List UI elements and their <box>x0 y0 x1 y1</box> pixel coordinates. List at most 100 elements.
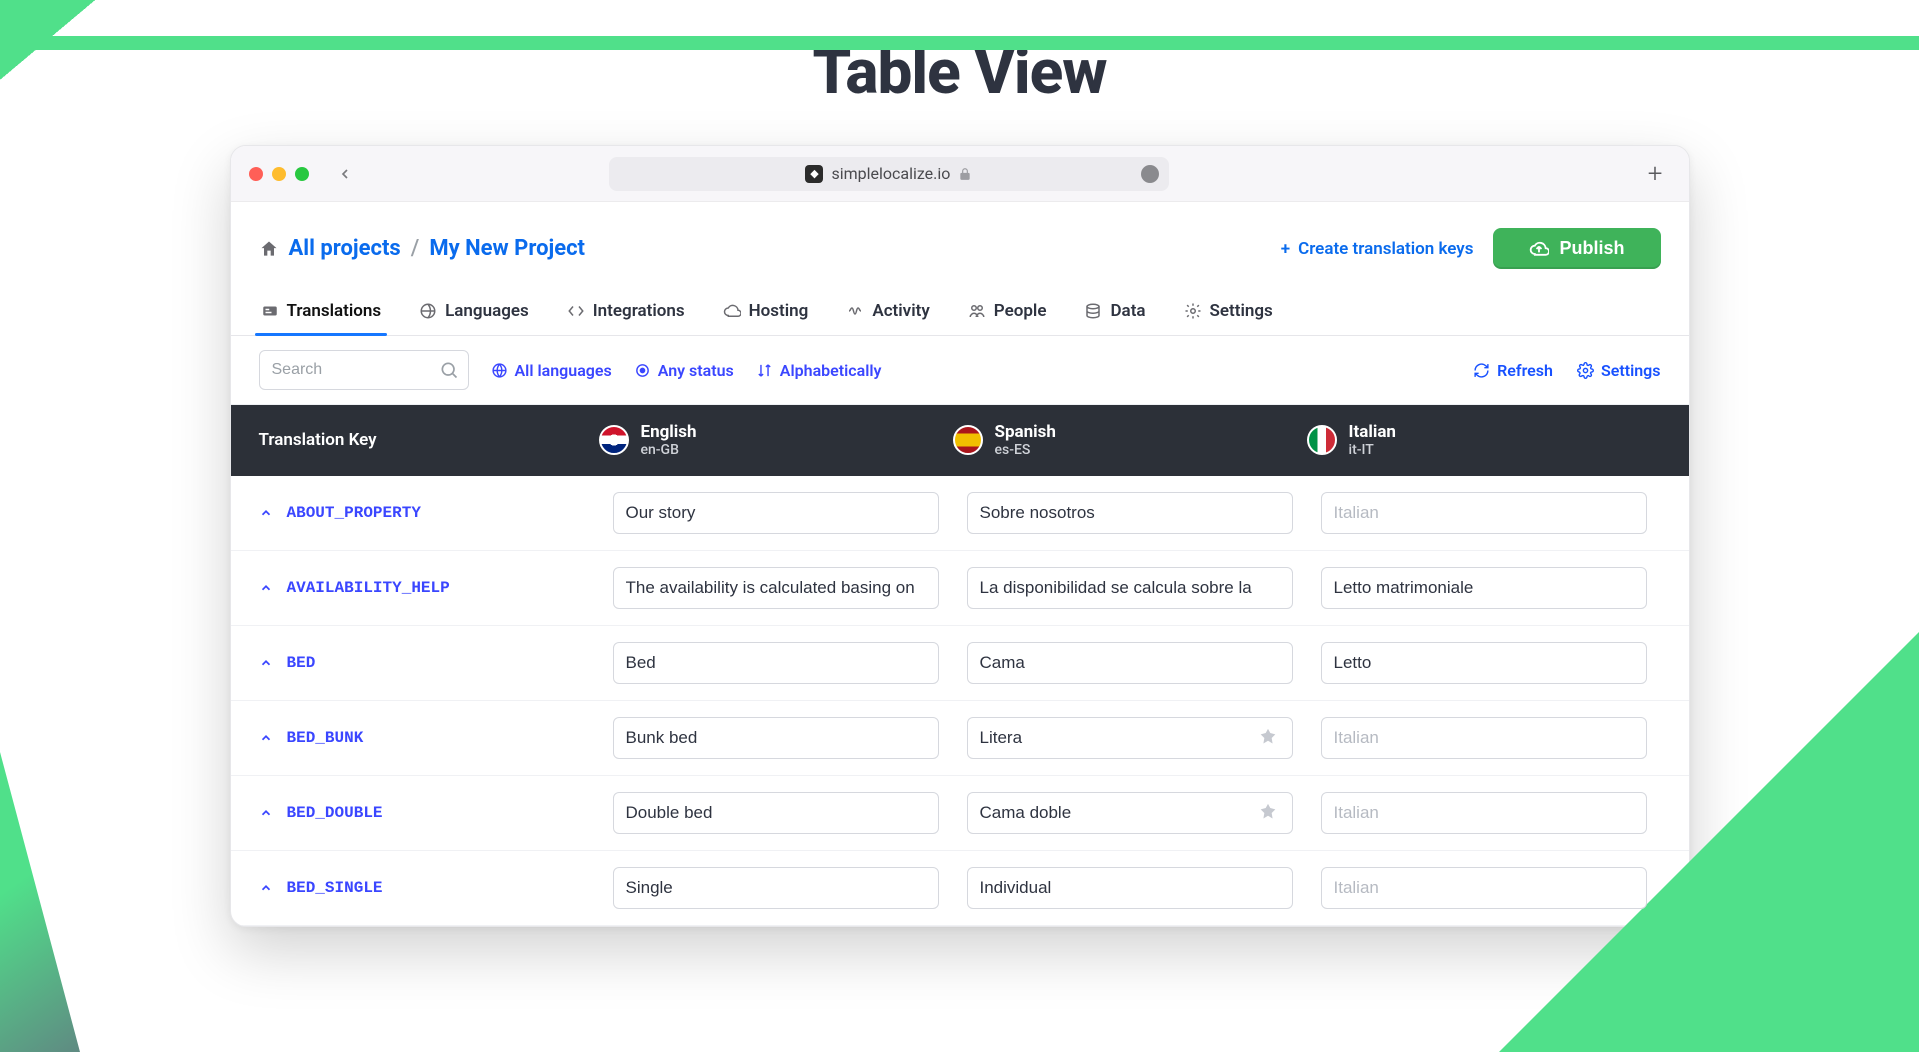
lang-code: it-IT <box>1349 442 1396 458</box>
tab-icon <box>1084 302 1102 320</box>
sort-control[interactable]: Alphabetically <box>756 361 882 380</box>
expand-row-icon[interactable] <box>259 806 273 820</box>
translation-key[interactable]: AVAILABILITY_HELP <box>287 579 450 597</box>
refresh-button[interactable]: Refresh <box>1473 361 1553 380</box>
table-row: BED <box>231 626 1689 701</box>
tab-icon <box>1184 302 1202 320</box>
expand-row-icon[interactable] <box>259 881 273 895</box>
tab-hosting[interactable]: Hosting <box>721 293 811 335</box>
address-bar[interactable]: ◆ simplelocalize.io <box>609 157 1169 191</box>
translation-input-es[interactable] <box>967 717 1293 759</box>
translation-input-es[interactable] <box>967 642 1293 684</box>
translation-input-it[interactable] <box>1321 792 1647 834</box>
translation-input-en[interactable] <box>613 567 939 609</box>
tab-icon <box>968 302 986 320</box>
tab-label: Translations <box>287 301 382 321</box>
search-input[interactable] <box>259 350 469 390</box>
th-lang-italian[interactable]: Italian it-IT <box>1307 423 1661 458</box>
table-body: ABOUT_PROPERTY AVAILABILITY_HELP BED BED_BU… <box>231 476 1689 926</box>
maximize-window-button[interactable] <box>295 167 309 181</box>
lang-name: Italian <box>1349 423 1396 442</box>
flag-uk-icon <box>599 425 629 455</box>
translation-input-it[interactable] <box>1321 867 1647 909</box>
filter-languages-label: All languages <box>515 361 612 380</box>
translation-input-it[interactable] <box>1321 492 1647 534</box>
publish-button[interactable]: Publish <box>1493 228 1660 269</box>
translation-input-en[interactable] <box>613 867 939 909</box>
translation-key[interactable]: BED <box>287 654 316 672</box>
refresh-icon <box>1473 362 1490 379</box>
flag-es-icon <box>953 425 983 455</box>
translation-input-es[interactable] <box>967 492 1293 534</box>
translation-input-en[interactable] <box>613 792 939 834</box>
plus-icon: + <box>1281 239 1290 259</box>
breadcrumb-all-projects[interactable]: All projects <box>289 236 401 261</box>
translation-key[interactable]: BED_SINGLE <box>287 879 383 897</box>
tab-people[interactable]: People <box>966 293 1049 335</box>
auto-translate-icon[interactable] <box>1257 727 1279 749</box>
new-tab-button[interactable]: + <box>1640 159 1671 189</box>
tab-integrations[interactable]: Integrations <box>565 293 687 335</box>
url-text: simplelocalize.io <box>831 164 950 183</box>
table-settings-button[interactable]: Settings <box>1577 361 1661 380</box>
tab-settings[interactable]: Settings <box>1182 293 1275 335</box>
table-row: BED_BUNK <box>231 701 1689 776</box>
tab-translations[interactable]: Translations <box>259 293 384 335</box>
lang-code: en-GB <box>641 442 697 458</box>
translation-input-it[interactable] <box>1321 717 1647 759</box>
tab-label: Activity <box>872 301 929 321</box>
lang-name: Spanish <box>995 423 1056 442</box>
th-lang-spanish[interactable]: Spanish es-ES <box>953 423 1307 458</box>
lock-icon <box>958 167 972 181</box>
th-lang-english[interactable]: English en-GB <box>599 423 953 458</box>
expand-row-icon[interactable] <box>259 731 273 745</box>
browser-back-button[interactable] <box>323 166 367 182</box>
breadcrumb-project[interactable]: My New Project <box>429 236 585 261</box>
expand-row-icon[interactable] <box>259 506 273 520</box>
refresh-label: Refresh <box>1497 361 1553 380</box>
tab-label: Hosting <box>749 301 809 321</box>
sort-label: Alphabetically <box>780 361 882 380</box>
tab-activity[interactable]: Activity <box>844 293 931 335</box>
target-icon <box>634 362 651 379</box>
filter-languages[interactable]: All languages <box>491 361 612 380</box>
filter-status[interactable]: Any status <box>634 361 734 380</box>
auto-translate-icon[interactable] <box>1257 802 1279 824</box>
translation-input-es[interactable] <box>967 867 1293 909</box>
translation-input-en[interactable] <box>613 717 939 759</box>
tab-label: People <box>994 301 1047 321</box>
translation-input-es[interactable] <box>967 567 1293 609</box>
translation-input-en[interactable] <box>613 642 939 684</box>
expand-row-icon[interactable] <box>259 656 273 670</box>
tab-data[interactable]: Data <box>1082 293 1147 335</box>
publish-label: Publish <box>1559 238 1624 259</box>
translation-key[interactable]: BED_DOUBLE <box>287 804 383 822</box>
home-icon[interactable] <box>259 239 279 259</box>
flag-it-icon <box>1307 425 1337 455</box>
lang-name: English <box>641 423 697 442</box>
lang-code: es-ES <box>995 442 1056 458</box>
browser-window: ◆ simplelocalize.io + All projects / My … <box>230 145 1690 927</box>
search-icon <box>439 360 459 380</box>
globe-icon <box>491 362 508 379</box>
minimize-window-button[interactable] <box>272 167 286 181</box>
translation-key[interactable]: BED_BUNK <box>287 729 364 747</box>
translation-input-it[interactable] <box>1321 642 1647 684</box>
site-favicon-icon: ◆ <box>805 165 823 183</box>
table-row: BED_DOUBLE <box>231 776 1689 851</box>
reader-mode-icon[interactable] <box>1141 165 1159 183</box>
translation-key[interactable]: ABOUT_PROPERTY <box>287 504 421 522</box>
translation-input-en[interactable] <box>613 492 939 534</box>
translation-input-it[interactable] <box>1321 567 1647 609</box>
tab-label: Data <box>1110 301 1145 321</box>
expand-row-icon[interactable] <box>259 581 273 595</box>
close-window-button[interactable] <box>249 167 263 181</box>
tab-languages[interactable]: Languages <box>417 293 531 335</box>
tab-label: Integrations <box>593 301 685 321</box>
tab-label: Languages <box>445 301 529 321</box>
create-translation-keys-button[interactable]: + Create translation keys <box>1281 239 1474 259</box>
table-settings-label: Settings <box>1601 361 1661 380</box>
tab-icon <box>419 302 437 320</box>
translation-input-es[interactable] <box>967 792 1293 834</box>
tab-icon <box>723 302 741 320</box>
